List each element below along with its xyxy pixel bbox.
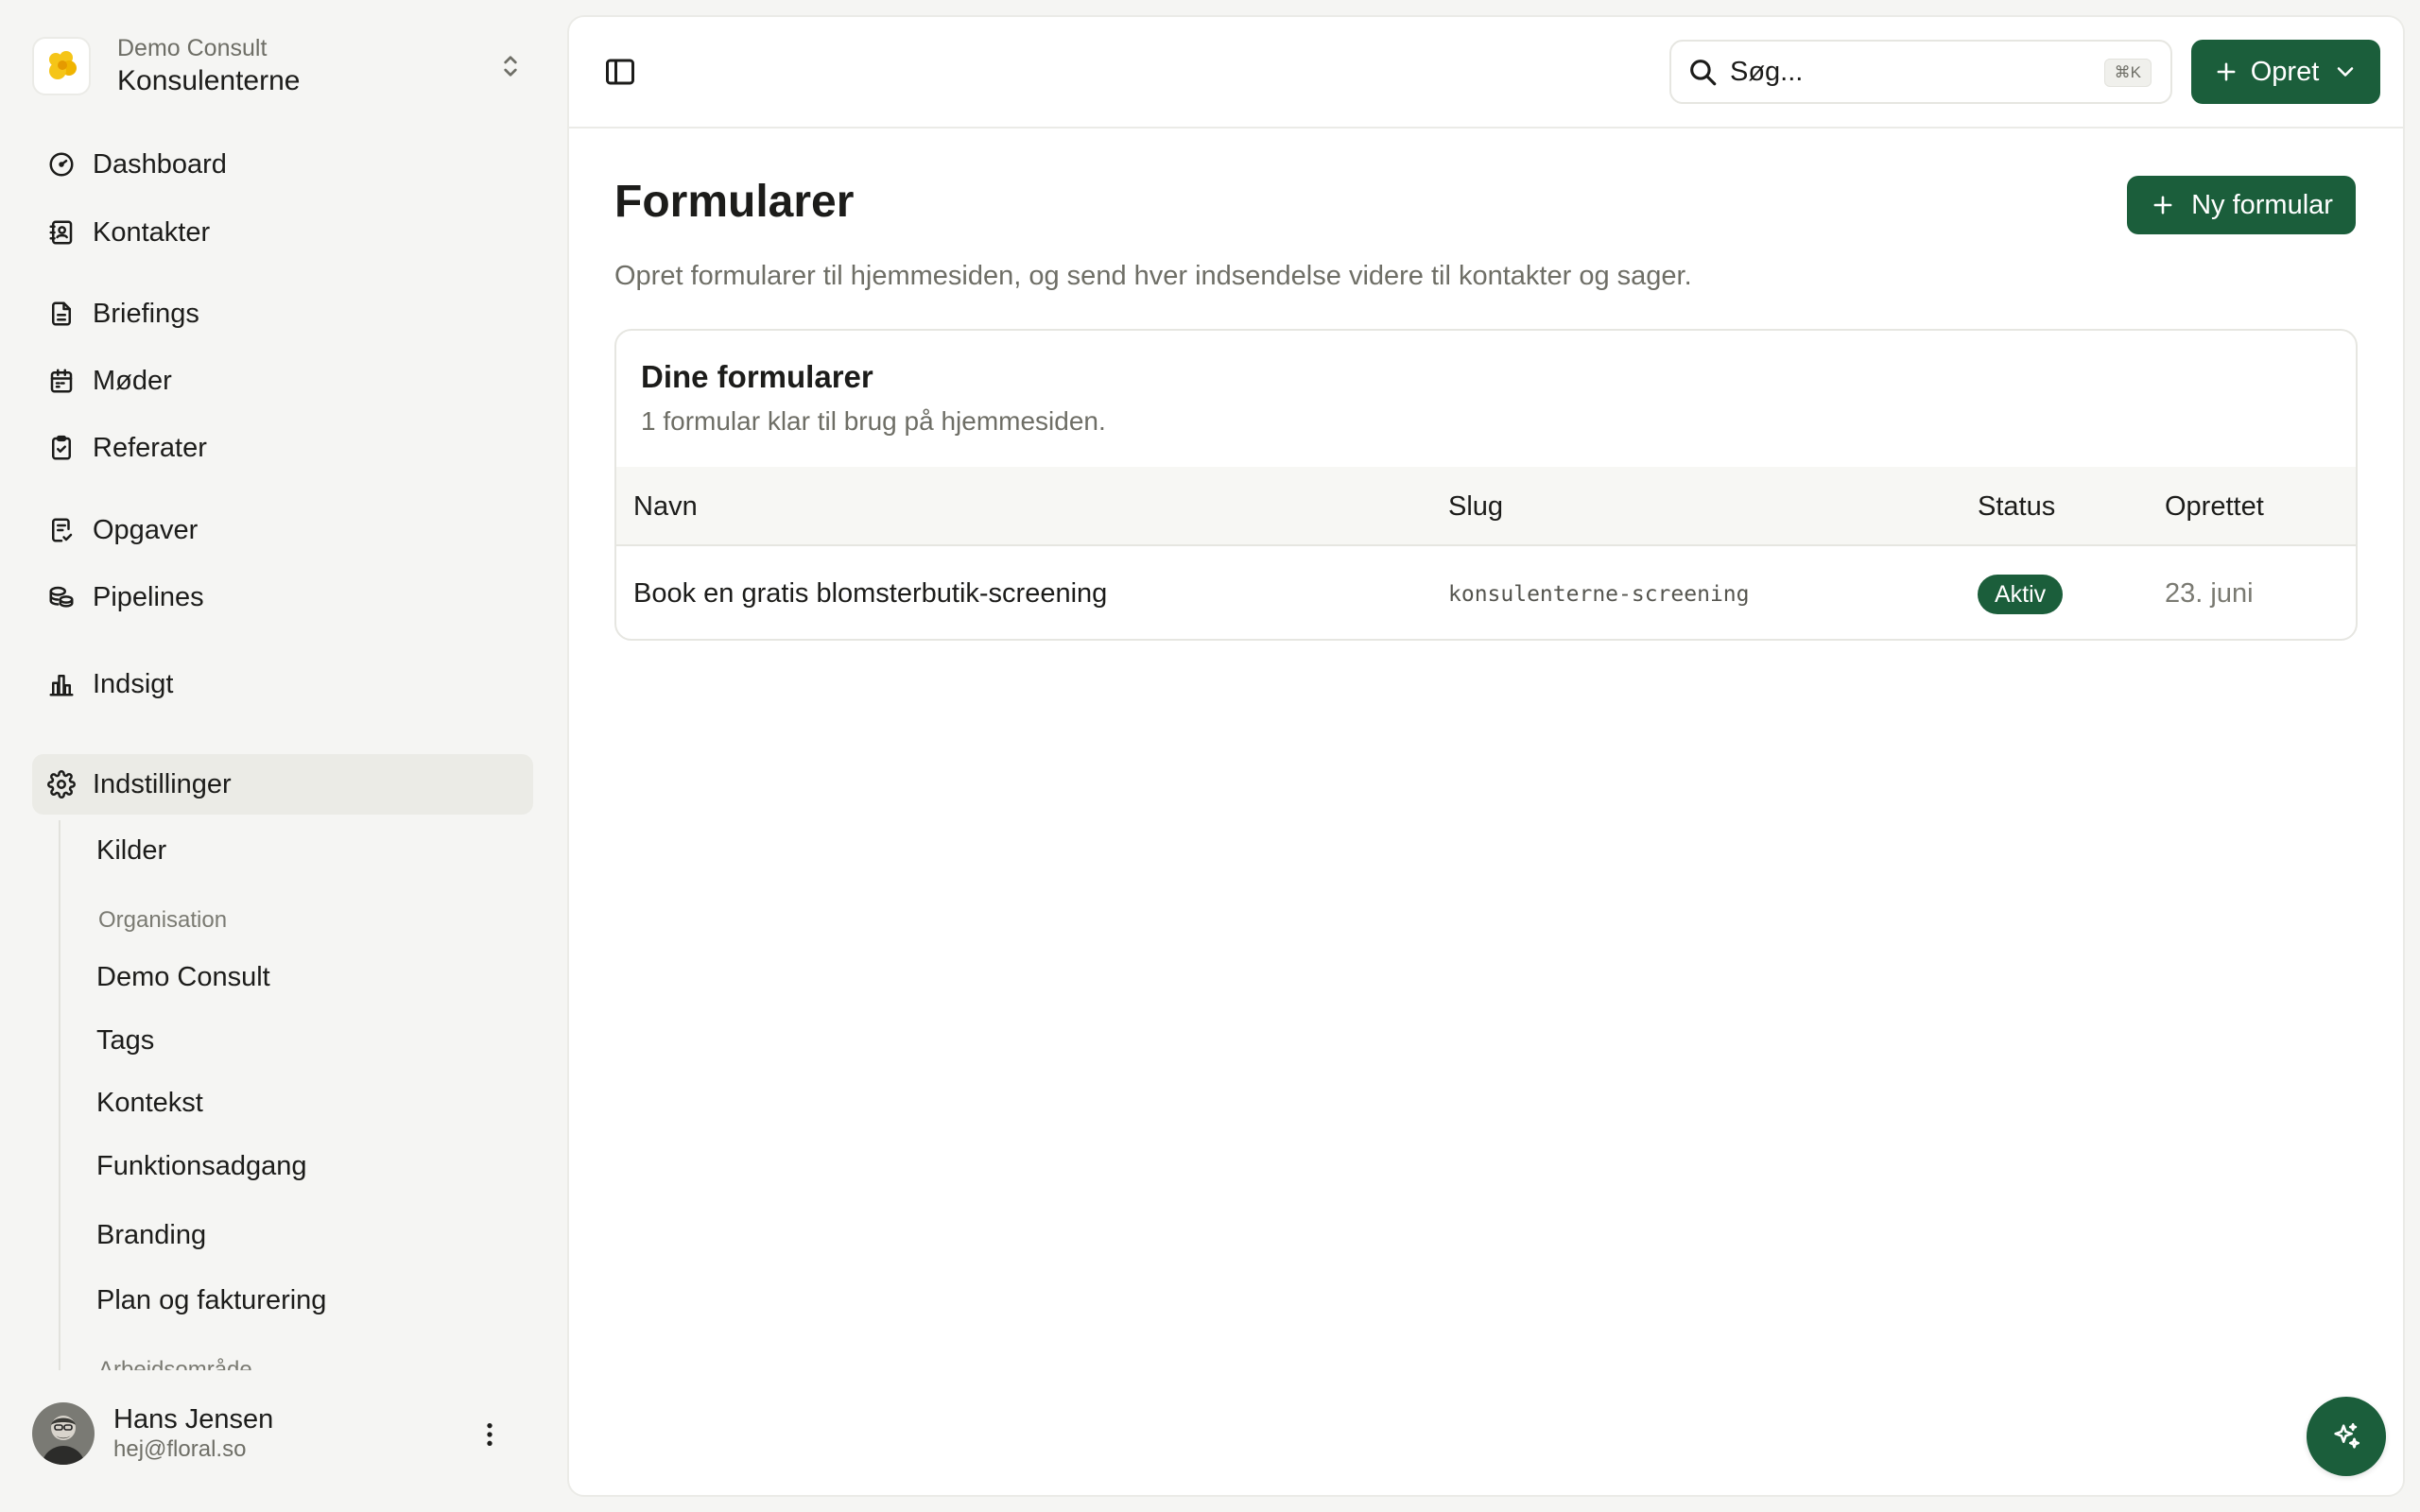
sidebar-item-dashboard[interactable]: Dashboard — [32, 134, 533, 195]
page-description: Opret formularer til hjemmesiden, og sen… — [614, 261, 1692, 291]
sidebar-item-tasks[interactable]: Opgaver — [32, 500, 533, 560]
plus-icon — [2153, 196, 2172, 215]
subnav-heading-organisation: Organisation — [98, 907, 228, 933]
sidebar-item-contacts[interactable]: Kontakter — [32, 202, 533, 263]
column-header-created: Oprettet — [2165, 491, 2264, 522]
user-email: hej@floral.so — [113, 1436, 247, 1462]
org-logo — [32, 37, 91, 95]
subnav-item-label: Kilder — [96, 834, 167, 866]
contact-book-icon — [49, 220, 73, 245]
sidebar-item-settings[interactable]: Indstillinger — [32, 754, 533, 815]
sidebar-item-label: Opgaver — [93, 514, 199, 545]
sidebar-item-label: Pipelines — [93, 581, 204, 612]
sidebar-item-label: Indstillinger — [93, 768, 232, 799]
column-header-status: Status — [1978, 491, 2056, 522]
table-header: Navn Slug Status Oprettet — [616, 467, 2356, 546]
sidebar-toggle-icon[interactable] — [603, 55, 637, 89]
subnav-item-label: Demo Consult — [96, 961, 270, 992]
document-icon — [52, 301, 71, 326]
form-slug: konsulenterne-screening — [1448, 582, 1750, 607]
clipboard-check-icon — [52, 435, 71, 460]
table-row[interactable]: Book en gratis blomsterbutik-screening k… — [616, 546, 2356, 639]
card-title: Dine formularer — [641, 359, 873, 394]
gauge-icon — [49, 152, 74, 177]
subnav-item-tags[interactable]: Tags — [60, 1014, 524, 1067]
bar-chart-icon — [49, 675, 74, 696]
subnav-item-demo-consult[interactable]: Demo Consult — [60, 951, 524, 1004]
card-subtitle: 1 formular klar til brug på hjemmesiden. — [641, 406, 1106, 436]
subnav-item-label: Funktionsadgang — [96, 1150, 307, 1181]
org-name: Konsulenterne — [117, 65, 301, 96]
subnav-item-branding[interactable]: Branding — [60, 1209, 524, 1262]
sidebar-item-label: Indsigt — [93, 668, 174, 699]
subnav-item-access[interactable]: Funktionsadgang — [60, 1140, 524, 1193]
ai-assistant-button[interactable] — [2307, 1397, 2386, 1476]
sidebar-item-minutes[interactable]: Referater — [32, 418, 533, 478]
page-title: Formularer — [614, 177, 855, 227]
avatar — [32, 1402, 95, 1465]
search-icon — [1690, 60, 1717, 86]
forms-card: Dine formularer 1 formular klar til brug… — [614, 329, 2358, 641]
coins-icon — [49, 586, 74, 608]
subnav-item-label: Tags — [96, 1024, 155, 1056]
sidebar-item-meetings[interactable]: Møder — [32, 351, 533, 411]
sidebar-item-label: Referater — [93, 432, 207, 463]
user-profile[interactable]: Hans Jensen hej@floral.so — [32, 1391, 533, 1476]
sidebar-item-label: Kontakter — [93, 216, 211, 248]
chevron-down-icon — [2337, 67, 2354, 77]
calendar-icon — [50, 369, 73, 393]
user-avatar-icon — [32, 1402, 95, 1465]
subnav-item-label: Branding — [96, 1219, 207, 1250]
gear-icon — [47, 770, 76, 799]
org-subtitle: Demo Consult — [117, 35, 268, 61]
subnav-item-context[interactable]: Kontekst — [60, 1076, 524, 1129]
task-list-icon — [52, 518, 73, 542]
sidebar-item-label: Dashboard — [93, 148, 227, 180]
subnav-item-sources[interactable]: Kilder — [60, 824, 524, 877]
new-form-button[interactable]: Ny formular — [2127, 176, 2356, 234]
main-panel: ⌘K Opret Formularer Opret formularer til… — [567, 15, 2405, 1497]
new-form-button-label: Ny formular — [2191, 189, 2333, 220]
sidebar-item-label: Briefings — [93, 298, 199, 329]
subnav-item-label: Kontekst — [96, 1087, 203, 1118]
sidebar-item-pipelines[interactable]: Pipelines — [32, 567, 533, 627]
sparkles-icon — [2334, 1422, 2360, 1449]
settings-subnav: Kilder Organisation Demo Consult Tags Ko… — [59, 820, 531, 1370]
form-name[interactable]: Book en gratis blomsterbutik-screening — [633, 578, 1107, 610]
subnav-item-billing[interactable]: Plan og fakturering — [60, 1274, 524, 1327]
column-header-name: Navn — [633, 491, 698, 522]
subnav-item-label: Plan og fakturering — [96, 1284, 327, 1315]
sunflower-logo-icon — [49, 51, 77, 79]
user-name: Hans Jensen — [113, 1404, 274, 1435]
column-header-slug: Slug — [1448, 491, 1504, 522]
chevron-up-down-icon — [504, 56, 517, 77]
sidebar-item-insight[interactable]: Indsigt — [32, 654, 533, 714]
status-badge: Aktiv — [1978, 575, 2064, 614]
plus-icon — [2217, 62, 2236, 81]
more-vertical-icon[interactable] — [475, 1418, 505, 1452]
sidebar-item-briefings[interactable]: Briefings — [32, 284, 533, 344]
form-created-date: 23. juni — [2165, 578, 2254, 609]
create-button-label: Opret — [2250, 56, 2320, 87]
org-switcher[interactable]: Demo Consult Konsulenterne — [32, 26, 533, 106]
sidebar-item-label: Møder — [93, 365, 172, 396]
create-button[interactable]: Opret — [2191, 40, 2380, 104]
search-box[interactable]: ⌘K — [1669, 40, 2172, 104]
search-input[interactable] — [1730, 56, 2070, 88]
sidebar: Demo Consult Konsulenterne Dashboard Kon… — [0, 0, 567, 1512]
search-shortcut-badge: ⌘K — [2103, 59, 2152, 87]
top-bar: ⌘K Opret — [569, 17, 2403, 129]
subnav-heading-workspace: Arbejdsområde — [98, 1357, 252, 1370]
